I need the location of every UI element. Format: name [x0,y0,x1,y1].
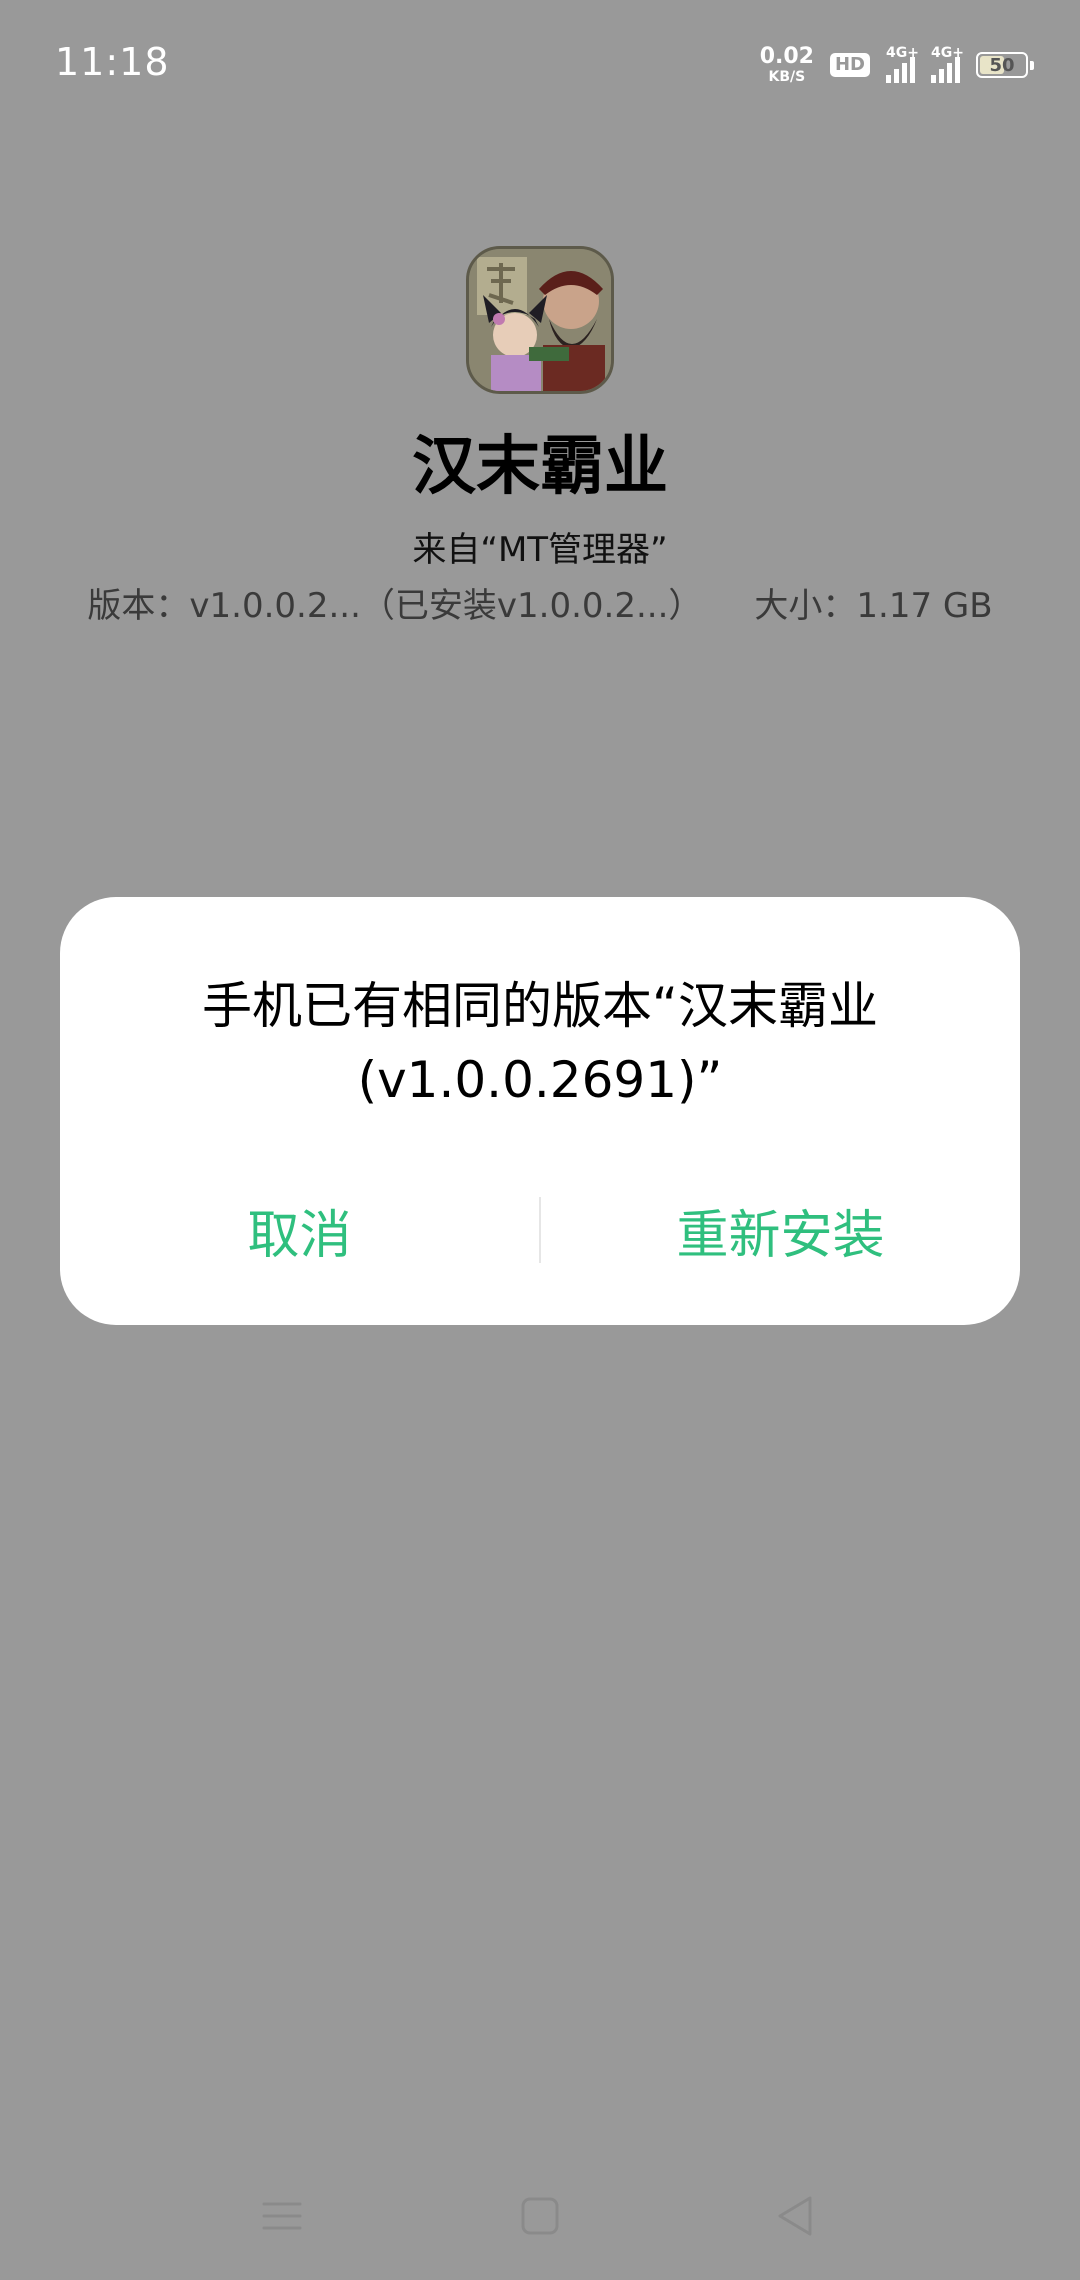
network-speed: 0.02 KB/S [759,44,814,85]
status-time: 11:18 [55,40,170,84]
network-speed-value: 0.02 [759,44,814,69]
app-icon [466,246,614,394]
status-bar: 11:18 0.02 KB/S HD 4G+ 4G+ 50 [0,0,1080,130]
network-speed-unit: KB/S [768,69,806,85]
app-version: 版本：v1.0.0.2...（已安装v1.0.0.2...） [87,586,703,626]
cancel-button[interactable]: 取消 [60,1193,539,1268]
navigation-bar [0,2170,1080,2260]
home-icon[interactable] [510,2186,570,2246]
app-source: 来自“MT管理器” [412,530,668,570]
battery-level: 50 [989,54,1015,76]
menu-icon[interactable] [252,2186,312,2246]
signal-1-label: 4G+ [886,45,919,61]
signal-icon-2: 4G+ [931,45,964,83]
app-size: 大小：1.17 GB [754,586,993,626]
signal-2-label: 4G+ [931,45,964,61]
reinstall-dialog: 手机已有相同的版本“汉末霸业(v1.0.0.2691)” 取消 重新安装 [60,897,1020,1325]
reinstall-button[interactable]: 重新安装 [541,1193,1020,1268]
back-icon[interactable] [766,2186,826,2246]
app-meta: 版本：v1.0.0.2...（已安装v1.0.0.2...） 大小：1.17 GB [0,578,1080,627]
app-name: 汉末霸业 [412,430,668,504]
status-icons: 0.02 KB/S HD 4G+ 4G+ 50 [759,42,1034,88]
signal-icon-1: 4G+ [886,45,919,83]
dialog-message: 手机已有相同的版本“汉末霸业(v1.0.0.2691)” [202,977,878,1109]
hd-voice-icon: HD [829,53,870,77]
dialog-actions: 取消 重新安装 [60,1193,1020,1268]
battery-icon: 50 [976,52,1034,78]
